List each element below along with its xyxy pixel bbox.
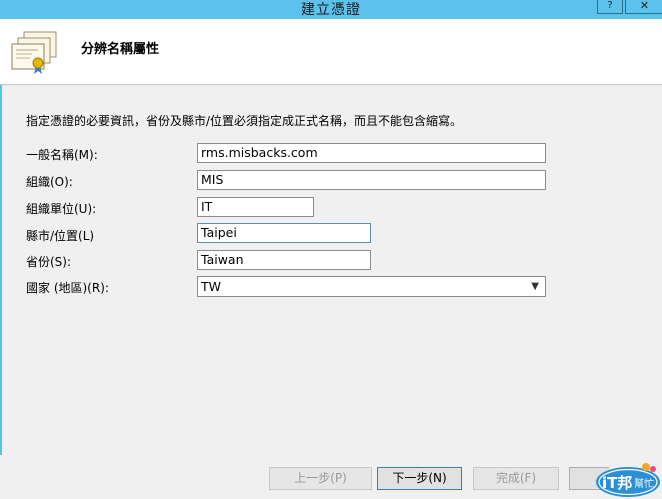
help-button[interactable]: ? [597, 0, 623, 14]
state-label: 省份(S): [26, 255, 72, 269]
org-unit-label: 組織單位(U): [26, 202, 97, 216]
next-button[interactable]: 下一步(N) [377, 467, 462, 490]
org-unit-input[interactable]: IT [197, 197, 314, 217]
window-title: 建立憑證 [301, 2, 361, 18]
close-button[interactable]: ✕ [625, 0, 662, 14]
back-button[interactable]: 上一步(P) [269, 467, 372, 490]
organization-input[interactable]: MIS [197, 170, 546, 190]
organization-label: 組織(O): [26, 175, 73, 189]
ithome-logo-watermark: iT邦 幫忙 [596, 463, 660, 497]
instructions-text: 指定憑證的必要資訊，省份及縣市/位置必須指定成正式名稱，而且不能包含縮寫。 [26, 114, 463, 128]
certificate-icon [11, 31, 57, 74]
city-input[interactable]: Taipei [197, 223, 371, 243]
common-name-input[interactable]: rms.misbacks.com [197, 143, 546, 163]
city-label: 縣市/位置(L) [26, 229, 95, 243]
page-heading: 分辨名稱屬性 [81, 42, 160, 57]
chevron-down-icon: ▼ [531, 281, 539, 292]
country-select-value: TW [201, 279, 221, 294]
country-select[interactable]: TW ▼ [197, 276, 546, 297]
state-input[interactable]: Taiwan [197, 250, 371, 270]
country-label: 國家 (地區)(R): [26, 281, 109, 295]
wizard-header: 分辨名稱屬性 [0, 19, 662, 85]
finish-button[interactable]: 完成(F) [473, 467, 559, 490]
window-border-left [0, 19, 2, 499]
svg-text:iT邦: iT邦 [602, 474, 632, 492]
common-name-label: 一般名稱(M): [26, 148, 98, 162]
title-bar: 建立憑證 ? ✕ [0, 0, 662, 19]
svg-text:幫忙: 幫忙 [634, 477, 654, 490]
